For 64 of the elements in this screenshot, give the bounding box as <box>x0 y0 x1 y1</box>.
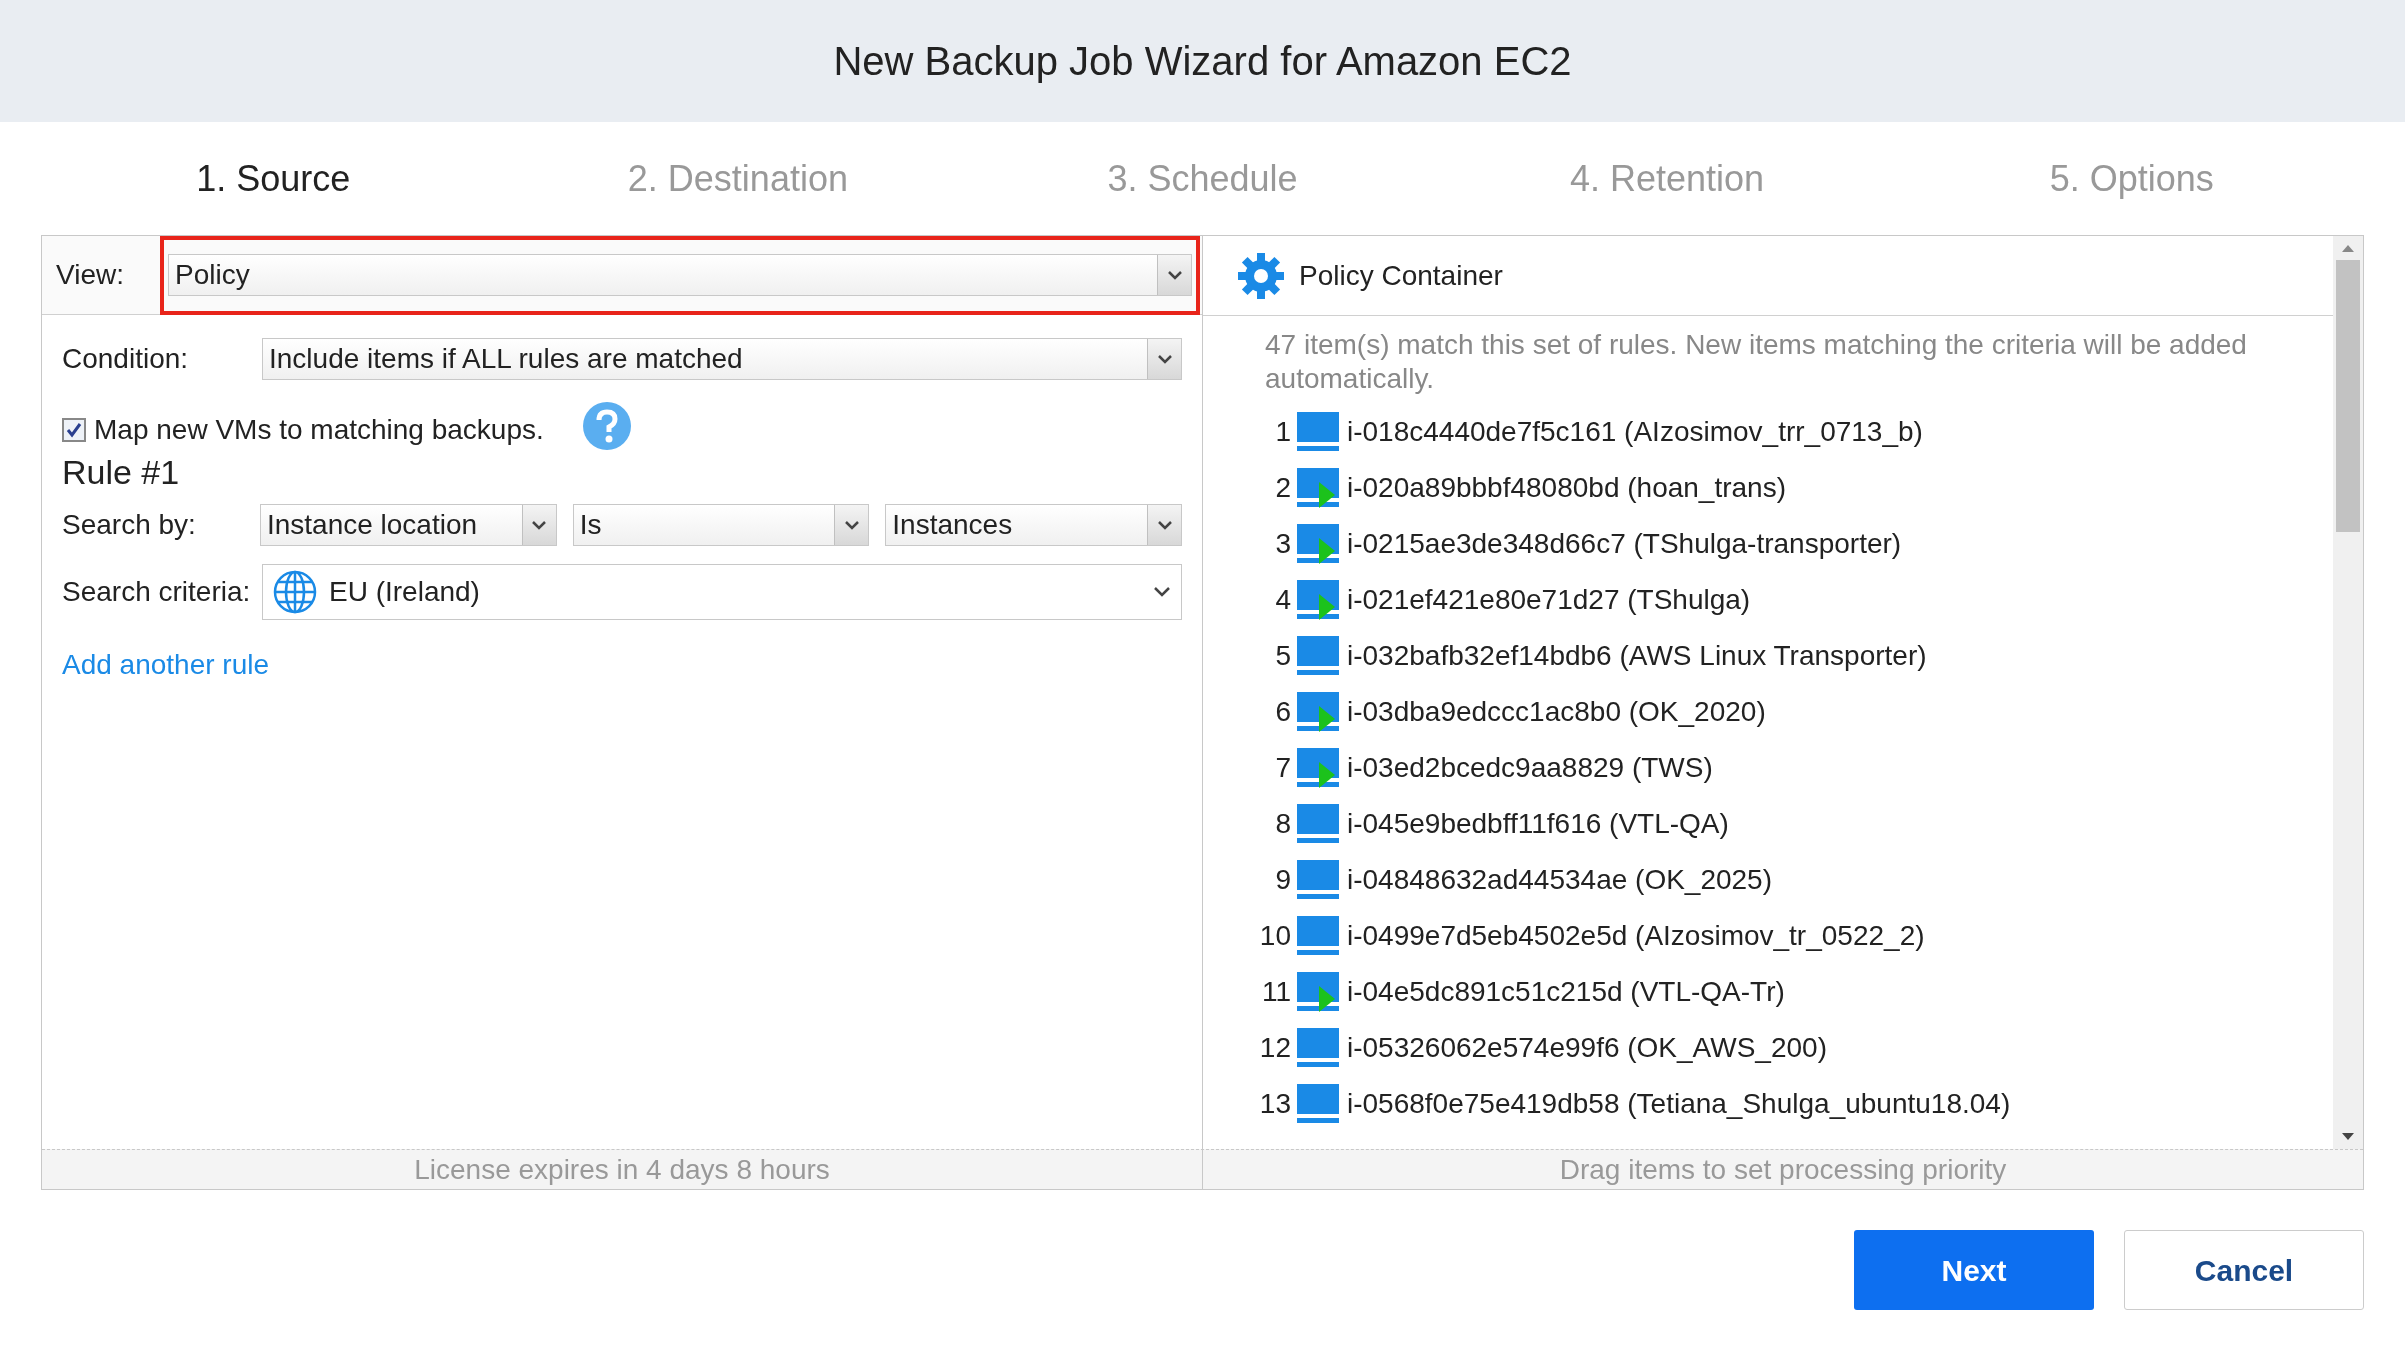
instance-row[interactable]: 3 i-0215ae3de348d66c7 (TShulga-transporter) <box>1259 516 2277 572</box>
wizard-step-tab[interactable]: 1. Source <box>196 151 351 206</box>
running-instance-icon <box>1297 578 1341 622</box>
caret-icon <box>1156 354 1173 364</box>
instance-row[interactable]: 13 i-0568f0e75e419db58 (Tetiana_Shulga_ubuntu18.04) <box>1259 1076 2277 1132</box>
priority-hint: Drag items to set processing priority <box>1559 1152 2007 1187</box>
scrollbar-thumb[interactable] <box>2336 260 2360 532</box>
instance-row[interactable]: 11 i-04e5dc891c51c215d (VTL-QA-Tr) <box>1259 964 2277 1020</box>
dropdown-button[interactable] <box>1157 255 1191 295</box>
caret-icon <box>531 520 548 530</box>
panel-title: Policy Container <box>1299 258 1503 293</box>
cancel-button[interactable]: Cancel <box>2124 1230 2364 1310</box>
dropdown-button[interactable] <box>1147 505 1181 545</box>
instance-icon <box>1297 914 1341 958</box>
dropdown-button[interactable] <box>834 505 869 545</box>
settings-icon <box>1237 251 1285 300</box>
instance-row[interactable]: 5 i-032bafb32ef14bdb6 (AWS Linux Transporter) <box>1259 628 2277 684</box>
instance-icon <box>1297 1026 1341 1070</box>
dropdown-button[interactable] <box>1147 339 1181 379</box>
summary-text: 47 item(s) match this set of rules. New items matching the criteria will be added automatically. <box>1264 328 2248 396</box>
instance-row[interactable]: 9 i-04848632ad44534ae (OK_2025) <box>1259 852 2277 908</box>
dropdown[interactable]: Policy <box>168 254 1192 296</box>
running-instance-icon <box>1297 466 1341 510</box>
instance-row[interactable]: 7 i-03ed2bcedc9aa8829 (TWS) <box>1259 740 2277 796</box>
checkbox[interactable] <box>62 418 86 442</box>
caret-icon <box>1156 520 1173 530</box>
checkbox-label: Map new VMs to matching backups. <box>94 413 544 447</box>
dropdown[interactable]: Include items if ALL rules are matched <box>262 338 1182 380</box>
instance-row[interactable]: 10 i-0499e7d5eb4502e5d (AIzosimov_tr_0522_2) <box>1259 908 2277 964</box>
caret-icon <box>843 520 860 530</box>
instance-row[interactable]: 1 i-018c4440de7f5c161 (AIzosimov_trr_0713_b) <box>1259 404 2277 460</box>
license-status: License expires in 4 days 8 hours <box>414 1152 830 1187</box>
instance-row[interactable]: 12 i-05326062e574e99f6 (OK_AWS_200) <box>1259 1020 2277 1076</box>
field-label: Search criteria: <box>62 575 252 609</box>
window-title: New Backup Job Wizard for Amazon EC2 <box>833 38 1572 85</box>
field-label: Condition: <box>62 342 190 376</box>
check-icon <box>66 422 82 438</box>
instance-icon <box>1297 858 1341 902</box>
running-instance-icon <box>1297 522 1341 566</box>
instance-icon <box>1297 802 1341 846</box>
field-label: View: <box>55 258 125 292</box>
instance-icon <box>1297 410 1341 454</box>
dropdown-button[interactable] <box>521 505 556 545</box>
caret-icon <box>1166 270 1183 280</box>
scrollbar[interactable] <box>2333 236 2363 1149</box>
dropdown[interactable]: Instance location <box>259 504 557 546</box>
caret-icon <box>1153 586 1171 598</box>
next-button[interactable]: Next <box>1854 1230 2094 1310</box>
rule-title: Rule #1 <box>62 452 181 493</box>
running-instance-icon <box>1297 690 1341 734</box>
add-rule-link[interactable]: Add another rule <box>62 644 270 686</box>
instance-icon <box>1297 1082 1341 1126</box>
dropdown[interactable]: EU (Ireland) <box>262 564 1182 620</box>
field-label: Search by: <box>62 508 197 542</box>
dropdown[interactable]: Is <box>572 504 870 546</box>
instance-row[interactable]: 8 i-045e9bedbff11f616 (VTL-QA) <box>1259 796 2277 852</box>
instance-row[interactable]: 4 i-021ef421e80e71d27 (TShulga) <box>1259 572 2277 628</box>
running-instance-icon <box>1297 970 1341 1014</box>
instance-row[interactable]: 6 i-03dba9edccc1ac8b0 (OK_2020) <box>1259 684 2277 740</box>
instance-row[interactable]: 2 i-020a89bbbf48080bd (hoan_trans) <box>1259 460 2277 516</box>
dropdown[interactable]: Instances <box>885 504 1182 546</box>
instance-icon <box>1297 634 1341 678</box>
globe-icon <box>273 570 317 614</box>
running-instance-icon <box>1297 746 1341 790</box>
